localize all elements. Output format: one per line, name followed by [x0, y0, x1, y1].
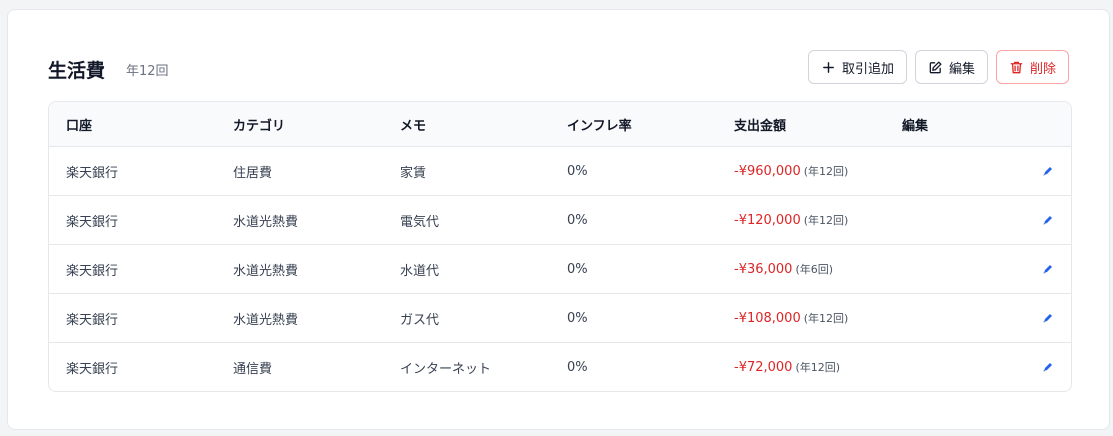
cell-amount: -¥72,000 (年12回)	[717, 342, 885, 391]
table-header-row: 口座 カテゴリ メモ インフレ率 支出金額 編集	[49, 102, 1071, 147]
cell-category: 水道光熱費	[216, 195, 383, 245]
amount-frequency: (年12回)	[803, 214, 849, 227]
cell-edit	[885, 342, 1071, 391]
cell-category: 住居費	[216, 146, 383, 196]
amount-value: -¥36,000	[734, 262, 793, 277]
cell-amount: -¥108,000 (年12回)	[717, 293, 885, 343]
cell-account: 楽天銀行	[49, 195, 216, 245]
cell-amount: -¥120,000 (年12回)	[717, 195, 885, 245]
amount-value: -¥960,000	[734, 164, 801, 179]
cell-amount: -¥36,000 (年6回)	[717, 244, 885, 294]
cell-memo: インターネット	[383, 342, 550, 391]
cell-memo: 家賃	[383, 146, 550, 196]
section-frequency: 年12回	[126, 64, 169, 79]
cell-memo: ガス代	[383, 293, 550, 343]
cell-edit	[885, 293, 1071, 343]
table-row: 楽天銀行 水道光熱費 電気代 0% -¥120,000 (年12回)	[49, 195, 1071, 245]
section-header: 生活費 年12回 取引追加 編集 削除	[48, 50, 1069, 84]
amount-frequency: (年12回)	[803, 312, 849, 325]
cell-edit	[885, 244, 1071, 294]
edit-label: 編集	[948, 61, 975, 77]
living-expenses-card: 生活費 年12回 取引追加 編集 削除 口座 カテゴリ メモ インフレ率 支出金…	[7, 9, 1110, 430]
transactions-table: 口座 カテゴリ メモ インフレ率 支出金額 編集 楽天銀行 住居費 家賃 0% …	[48, 101, 1072, 392]
cell-account: 楽天銀行	[49, 342, 216, 391]
cell-memo: 電気代	[383, 195, 550, 245]
delete-label: 削除	[1029, 61, 1056, 77]
cell-category: 水道光熱費	[216, 293, 383, 343]
delete-button[interactable]: 削除	[995, 50, 1069, 84]
cell-account: 楽天銀行	[49, 244, 216, 294]
pencil-icon[interactable]	[1041, 213, 1055, 227]
section-title: 生活費	[48, 60, 106, 82]
table-row: 楽天銀行 通信費 インターネット 0% -¥72,000 (年12回)	[49, 342, 1071, 391]
pencil-icon[interactable]	[1041, 360, 1055, 374]
cell-inflation: 0%	[550, 244, 717, 294]
add-transaction-button[interactable]: 取引追加	[807, 50, 907, 84]
edit-square-icon	[929, 61, 942, 73]
header-inflation: インフレ率	[567, 118, 632, 134]
cell-inflation: 0%	[550, 146, 717, 196]
trash-icon	[1010, 61, 1023, 73]
header-memo: メモ	[400, 118, 427, 134]
table-row: 楽天銀行 水道光熱費 ガス代 0% -¥108,000 (年12回)	[49, 293, 1071, 343]
header-category: カテゴリ	[233, 118, 286, 134]
amount-frequency: (年12回)	[803, 165, 849, 178]
cell-memo: 水道代	[383, 244, 550, 294]
cell-edit	[885, 195, 1071, 245]
header-account: 口座	[66, 118, 93, 134]
amount-value: -¥72,000	[734, 360, 793, 375]
cell-amount: -¥960,000 (年12回)	[717, 146, 885, 196]
pencil-icon[interactable]	[1041, 262, 1055, 276]
amount-value: -¥108,000	[734, 311, 801, 326]
amount-value: -¥120,000	[734, 213, 801, 228]
amount-frequency: (年6回)	[795, 263, 834, 276]
table-row: 楽天銀行 住居費 家賃 0% -¥960,000 (年12回)	[49, 146, 1071, 196]
cell-category: 水道光熱費	[216, 244, 383, 294]
cell-inflation: 0%	[550, 342, 717, 391]
pencil-icon[interactable]	[1041, 164, 1055, 178]
cell-category: 通信費	[216, 342, 383, 391]
header-amount: 支出金額	[734, 118, 787, 134]
add-transaction-label: 取引追加	[841, 61, 894, 77]
pencil-icon[interactable]	[1041, 311, 1055, 325]
cell-inflation: 0%	[550, 195, 717, 245]
amount-frequency: (年12回)	[795, 361, 841, 374]
edit-button[interactable]: 編集	[914, 50, 988, 84]
header-actions: 取引追加 編集 削除	[807, 50, 1069, 84]
table-row: 楽天銀行 水道光熱費 水道代 0% -¥36,000 (年6回)	[49, 244, 1071, 294]
plus-icon	[823, 61, 834, 73]
cell-inflation: 0%	[550, 293, 717, 343]
cell-edit	[885, 146, 1071, 196]
cell-account: 楽天銀行	[49, 146, 216, 196]
header-edit: 編集	[902, 118, 929, 134]
cell-account: 楽天銀行	[49, 293, 216, 343]
